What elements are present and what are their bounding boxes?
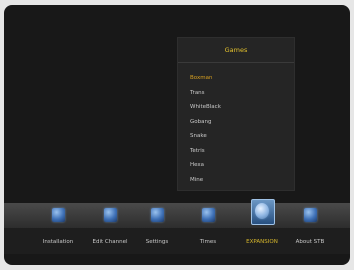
- installation-icon: [52, 208, 65, 222]
- game-item-mine[interactable]: Mine: [190, 173, 294, 188]
- tab-settings[interactable]: Settings: [128, 203, 186, 254]
- tab-label: About STB: [295, 239, 325, 245]
- tab-label: Times: [199, 239, 217, 245]
- expansion-icon: [255, 203, 269, 219]
- tv-frame: Games Boxman Trans WhiteBlack Gobang Sna…: [4, 5, 350, 265]
- settings-icon: [151, 208, 164, 222]
- game-item-hexa[interactable]: Hexa: [190, 158, 294, 173]
- about-stb-icon: [304, 208, 317, 222]
- tab-label: Installation: [42, 239, 74, 245]
- edit-channel-icon: [104, 208, 117, 222]
- tab-times[interactable]: Times: [179, 203, 237, 254]
- screen: Games Boxman Trans WhiteBlack Gobang Sna…: [0, 0, 354, 270]
- game-item-trans[interactable]: Trans: [190, 86, 294, 101]
- games-submenu: Games Boxman Trans WhiteBlack Gobang Sna…: [177, 37, 295, 191]
- tab-installation[interactable]: Installation: [29, 203, 87, 254]
- game-item-snake[interactable]: Snake: [190, 129, 294, 144]
- tab-label: Settings: [145, 239, 169, 245]
- submenu-title: Games: [178, 38, 294, 63]
- game-item-boxman[interactable]: Boxman: [190, 71, 294, 86]
- game-item-whiteblack[interactable]: WhiteBlack: [190, 100, 294, 115]
- game-item-tetris[interactable]: Tetris: [190, 144, 294, 159]
- times-icon: [202, 208, 215, 222]
- game-item-gobang[interactable]: Gobang: [190, 115, 294, 130]
- tab-about-stb[interactable]: About STB: [281, 203, 339, 254]
- games-list: Boxman Trans WhiteBlack Gobang Snake Tet…: [178, 63, 294, 187]
